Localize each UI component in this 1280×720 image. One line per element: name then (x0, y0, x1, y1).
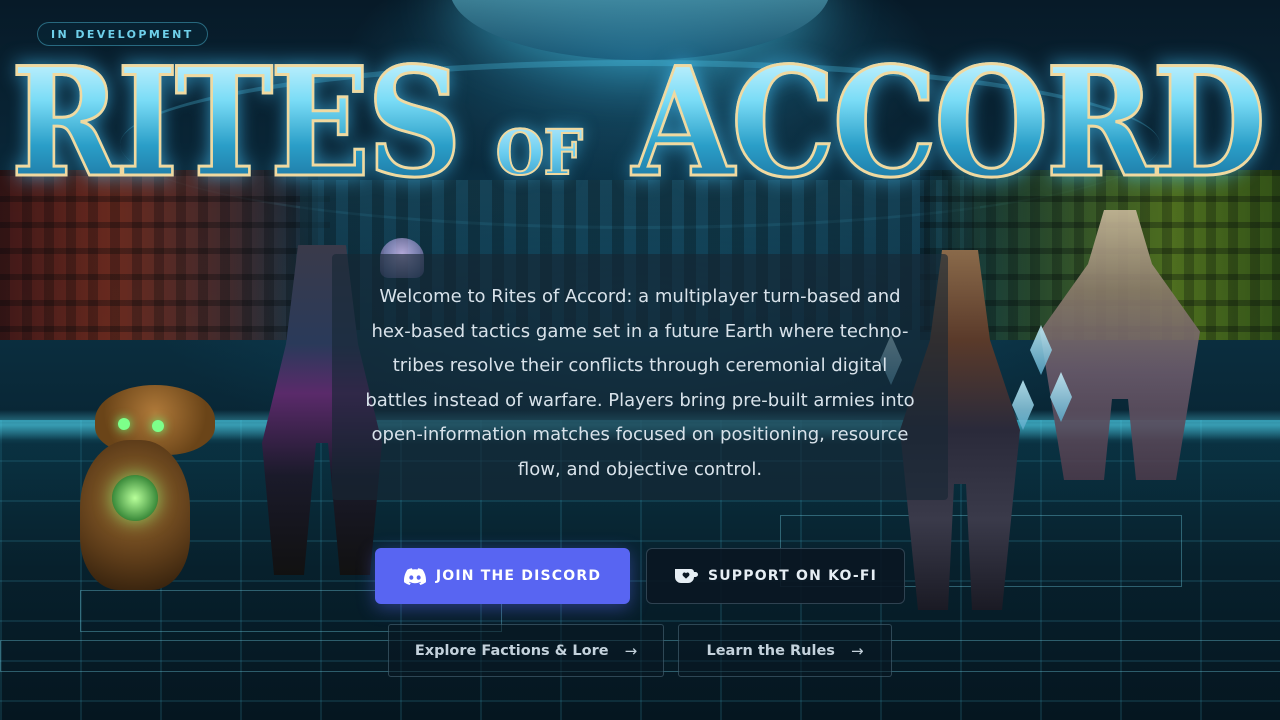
arrow-right-icon: → (850, 641, 864, 660)
robot-eye (118, 418, 130, 430)
discord-icon (403, 567, 426, 585)
robot-eye (152, 420, 164, 432)
intro-panel: Welcome to Rites of Accord: a multiplaye… (332, 254, 948, 500)
join-discord-label: JOIN THE DISCORD (435, 568, 602, 584)
logo-word-rites: Rites (9, 35, 463, 211)
join-discord-button[interactable]: JOIN THE DISCORD (375, 548, 630, 604)
learn-rules-label: Learn the Rules (706, 642, 835, 659)
explore-factions-lore-link[interactable]: Explore Factions & Lore → (388, 624, 664, 677)
intro-text: Welcome to Rites of Accord: a multiplaye… (365, 286, 915, 480)
learn-rules-link[interactable]: Learn the Rules → (678, 624, 892, 677)
support-kofi-label: SUPPORT ON KO-FI (707, 568, 878, 584)
support-kofi-button[interactable]: SUPPORT ON KO-FI (646, 548, 905, 604)
explore-factions-lore-label: Explore Factions & Lore (414, 642, 609, 659)
ko-fi-cup-icon (674, 568, 698, 584)
robot-heart-core (112, 475, 158, 521)
logo-word-accord: Accord (631, 35, 1268, 211)
arrow-right-icon: → (624, 641, 638, 660)
logo-word-of: of (495, 108, 584, 198)
game-logo: Rites of Accord (9, 38, 1267, 200)
